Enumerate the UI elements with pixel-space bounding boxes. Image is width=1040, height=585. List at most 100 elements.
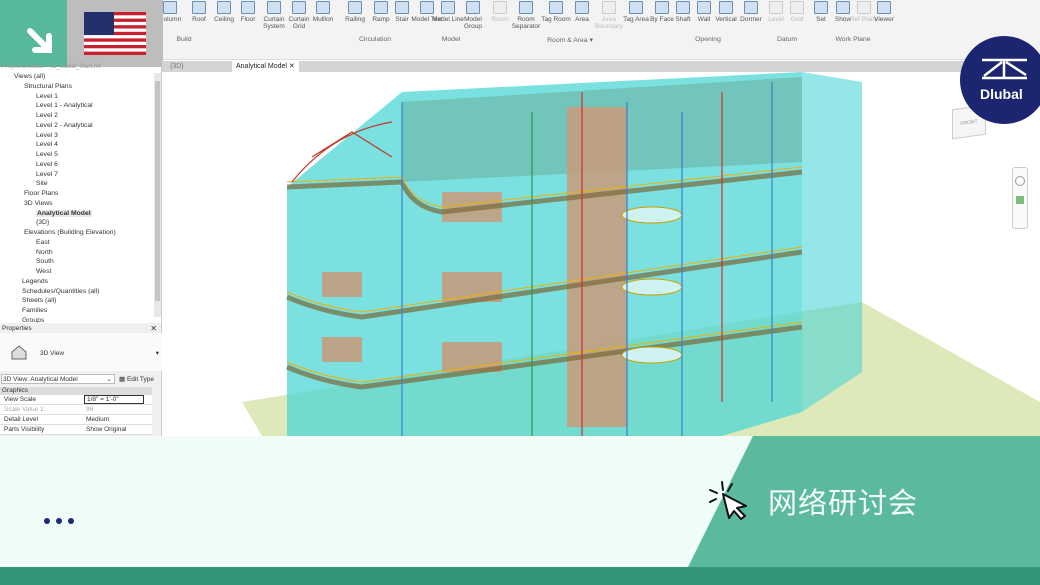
tool-label: Grid <box>790 16 804 23</box>
house-icon <box>11 345 27 360</box>
model-line-icon <box>441 1 455 14</box>
browser-title: Project Browser - 03_Model_Start.rvt <box>2 64 101 70</box>
tree-item[interactable]: 3D Views <box>24 200 53 207</box>
steering-wheel-icon[interactable] <box>1015 176 1025 186</box>
tree-item[interactable]: Level 2 - Analytical <box>36 122 93 129</box>
vertical-icon <box>719 1 733 14</box>
tool-label: Railing <box>345 16 365 23</box>
tree-item[interactable]: Level 4 <box>36 141 58 148</box>
property-row[interactable]: Detail Level Medium <box>0 415 152 425</box>
tree-item[interactable]: Elevations (Building Elevation) <box>24 229 116 236</box>
tree-item[interactable]: {3D} <box>36 219 49 226</box>
column-icon <box>163 1 177 14</box>
tag-room-icon <box>549 1 563 14</box>
graphics-section[interactable]: Graphics <box>0 387 152 395</box>
tool-label: Mullion <box>312 16 334 23</box>
tree-item[interactable]: Level 2 <box>36 112 58 119</box>
dlubal-logo: Dlubal <box>960 36 1040 124</box>
tool-label: Room Separator <box>511 16 541 30</box>
navigation-bar[interactable] <box>1012 167 1028 229</box>
close-properties-icon[interactable]: ✕ <box>150 324 157 333</box>
tree-item[interactable]: Structural Plans <box>24 83 72 90</box>
ribbon-group-label: Work Plane <box>835 36 871 43</box>
tree-item[interactable]: Level 3 <box>36 132 58 139</box>
floor-icon <box>241 1 255 14</box>
property-row: View Scale 1/8" = 1'-0" <box>0 395 152 405</box>
edit-type-button[interactable]: ▦ Edit Type <box>119 375 154 383</box>
view-selector[interactable]: 3D View: Analytical Model ⌄ <box>1 374 115 384</box>
tree-item[interactable]: Sheets (all) <box>22 297 56 304</box>
zoom-icon[interactable] <box>1016 196 1024 204</box>
tree-item[interactable]: Analytical Model <box>36 209 92 217</box>
railing-icon <box>348 1 362 14</box>
chevron-down-icon: ▾ <box>155 350 159 357</box>
ribbon-group-label: Build <box>176 36 192 43</box>
tab-analytical-model[interactable]: Analytical Model ✕ <box>232 61 299 72</box>
property-row[interactable]: Parts Visibility Show Original <box>0 425 152 435</box>
3d-viewport[interactable]: FRONT <box>162 72 1040 436</box>
browser-scrollbar[interactable] <box>154 73 161 317</box>
mullion-icon <box>316 1 330 14</box>
roof-icon <box>192 1 206 14</box>
tab-3d[interactable]: {3D} <box>166 61 188 72</box>
logo-text: Dlubal <box>980 86 1023 102</box>
tree-item[interactable]: Level 1 - Analytical <box>36 102 93 109</box>
tree-item[interactable]: Level 5 <box>36 151 58 158</box>
tree-item[interactable]: Families <box>22 307 47 314</box>
tree-item[interactable]: Schedules/Quantities (all) <box>22 288 99 295</box>
tool-label: Floor <box>240 16 256 23</box>
ribbon-group-label: Model <box>441 36 461 43</box>
tree-item[interactable]: Floor Plans <box>24 190 58 197</box>
dot-3 <box>68 518 74 524</box>
area-boundary-icon <box>602 1 616 14</box>
dot-2 <box>56 518 62 524</box>
area-icon <box>575 1 589 14</box>
view-scale-field[interactable]: 1/8" = 1'-0" <box>84 395 144 404</box>
tree-item[interactable]: South <box>36 258 54 265</box>
tree-item[interactable]: North <box>36 249 53 256</box>
tool-room-separator[interactable]: Room Separator <box>509 0 543 30</box>
tree-item[interactable]: Views (all) <box>14 73 45 80</box>
tree-item[interactable]: Level 7 <box>36 171 58 178</box>
stair-icon <box>395 1 409 14</box>
tool-label: Model Group <box>463 16 483 30</box>
tree-item[interactable]: Level 6 <box>36 161 58 168</box>
curtain-system-icon <box>267 1 281 14</box>
ribbon-group-label: Room & Area ▾ <box>547 37 593 44</box>
tool-label: Viewer <box>874 16 894 23</box>
tree-item[interactable]: Level 1 <box>36 93 58 100</box>
tree-item[interactable]: Legends <box>22 278 48 285</box>
language-selector[interactable] <box>67 0 163 67</box>
property-row: Scale Value 1: 96 <box>0 405 152 415</box>
tool-mullion[interactable]: Mullion <box>306 0 340 23</box>
tool-label: Roof <box>192 16 206 23</box>
tag-area-icon <box>629 1 643 14</box>
properties-table: View Scale 1/8" = 1'-0" Scale Value 1: 96 … <box>0 395 152 435</box>
ceiling-icon <box>217 1 231 14</box>
tool-label: Set <box>816 16 826 23</box>
view-tabs: {3D} Analytical Model ✕ <box>162 61 1040 72</box>
tool-viewer[interactable]: Viewer <box>867 0 901 23</box>
tool-label: Area <box>575 16 589 23</box>
properties-title: Properties <box>2 325 32 332</box>
room-icon <box>493 1 507 14</box>
type-selector[interactable]: 3D View ▾ <box>0 333 162 371</box>
curtain-grid-icon <box>292 1 306 14</box>
next-badge[interactable] <box>0 0 67 67</box>
close-tab-icon[interactable]: ✕ <box>289 63 295 70</box>
dormer-icon <box>744 1 758 14</box>
dlubal-bridge-icon <box>982 58 1027 80</box>
arrow-down-right-icon <box>27 28 52 53</box>
ribbon-group-label: Datum <box>776 36 798 43</box>
properties-panel: Properties ✕ 3D View ▾ 3D View: Analytic… <box>0 323 162 436</box>
tree-item[interactable]: West <box>36 268 51 275</box>
tree-item[interactable]: Site <box>36 180 48 187</box>
dot-1 <box>44 518 50 524</box>
ribbon-group-label: Circulation <box>358 36 392 43</box>
ribbon-group-label: Opening <box>695 36 721 43</box>
tool-label: Room <box>491 16 509 23</box>
tool-label: Stair <box>395 16 409 23</box>
project-browser: Project Browser - 03_Model_Start.rvt Vie… <box>0 64 162 324</box>
grid-icon <box>790 1 804 14</box>
tree-item[interactable]: East <box>36 239 50 246</box>
